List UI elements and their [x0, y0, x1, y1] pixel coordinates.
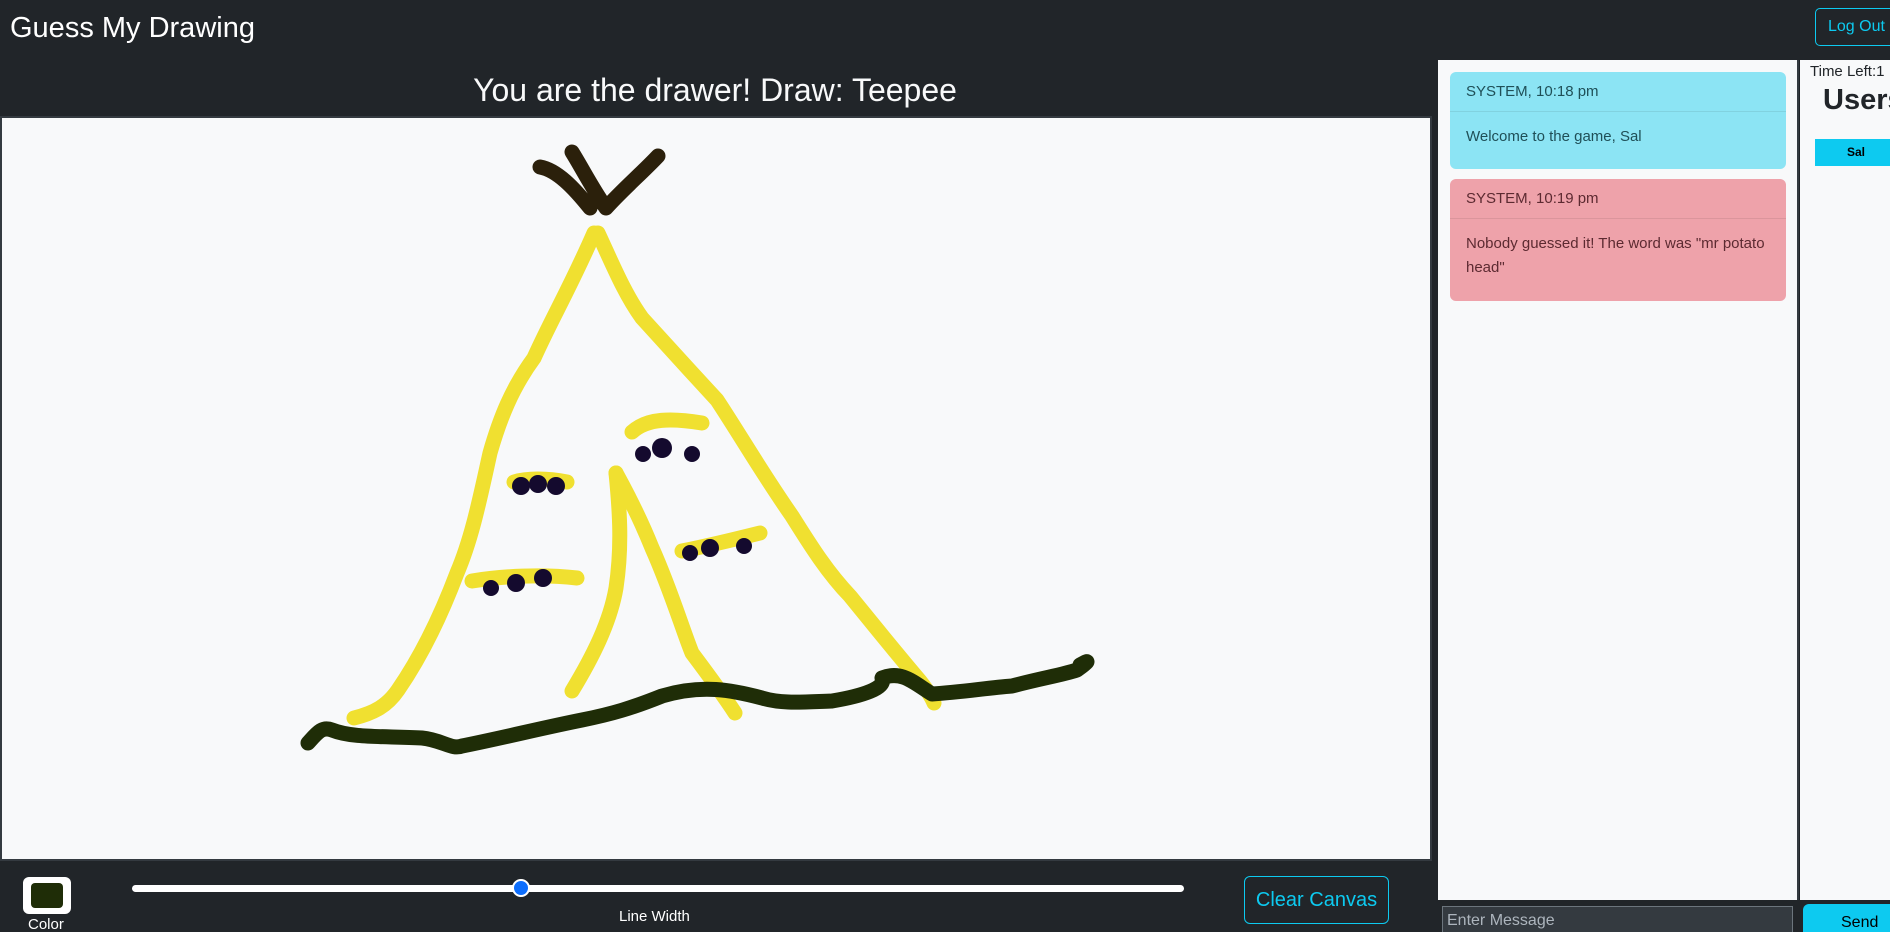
teepee-door-right-stroke — [608, 465, 743, 721]
logout-button[interactable]: Log Out — [1815, 8, 1890, 46]
drawing-strokes — [300, 144, 1095, 755]
teepee-stripe-2 — [624, 412, 710, 440]
chat-message-header: SYSTEM, 10:19 pm — [1450, 179, 1786, 219]
chat-message: SYSTEM, 10:19 pm Nobody guessed it! The … — [1450, 179, 1786, 301]
drawing-toolbar — [0, 861, 1440, 932]
current-color-swatch — [31, 883, 63, 908]
drawer-prompt: You are the drawer! Draw: Teepee — [473, 72, 957, 108]
color-picker[interactable] — [23, 877, 71, 914]
user-badge: Sal — [1815, 139, 1890, 166]
users-title: Users — [1823, 84, 1890, 116]
users-panel — [1800, 60, 1890, 932]
chat-message-header: SYSTEM, 10:18 pm — [1450, 72, 1786, 112]
line-width-label: Line Width — [619, 908, 690, 925]
color-label: Color — [28, 916, 64, 932]
ground-stroke — [300, 654, 1095, 755]
send-button[interactable]: Send — [1803, 904, 1890, 932]
chat-message: SYSTEM, 10:18 pm Welcome to the game, Sa… — [1450, 72, 1786, 169]
app-title[interactable]: Guess My Drawing — [10, 10, 255, 46]
chat-message-text: Welcome to the game, Sal — [1466, 128, 1642, 145]
time-left-label: Time Left:1 — [1810, 63, 1885, 80]
teepee-right-stroke — [590, 225, 942, 711]
drawing-canvas[interactable] — [0, 116, 1432, 861]
clear-canvas-button[interactable]: Clear Canvas — [1244, 876, 1389, 924]
navbar: Guess My Drawing — [0, 0, 1890, 60]
teepee-poles-stroke — [532, 144, 666, 216]
chat-message-text: Nobody guessed it! The word was "mr pota… — [1466, 235, 1765, 276]
line-width-slider[interactable] — [132, 885, 1184, 892]
chat-message-input[interactable] — [1442, 906, 1793, 932]
